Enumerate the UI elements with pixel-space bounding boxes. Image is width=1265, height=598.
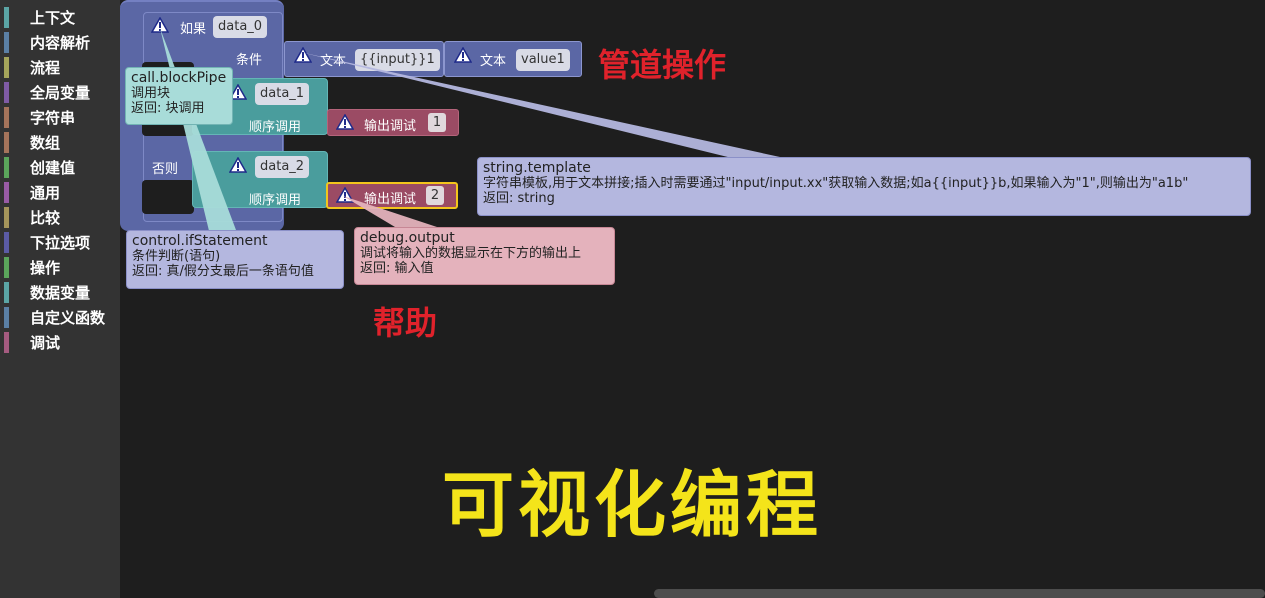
tooltip-title: control.ifStatement: [132, 233, 268, 249]
warning-icon[interactable]: [336, 187, 354, 203]
category-label: 比较: [30, 208, 61, 227]
category-operations[interactable]: 操作: [4, 256, 116, 278]
tooltip-returns: 返回: string: [483, 191, 555, 206]
tooltip-title: call.blockPipe: [131, 70, 227, 86]
pipe-help-tooltip: call.blockPipe 调用块 返回: 块调用: [125, 67, 233, 125]
horizontal-scrollbar[interactable]: [654, 589, 1265, 598]
else-label: 否则: [152, 162, 179, 177]
warning-icon[interactable]: [294, 47, 312, 63]
tooltip-title: debug.output: [360, 230, 455, 246]
string-template-block[interactable]: 文本 value1: [444, 41, 582, 77]
category-swatch: [4, 256, 9, 278]
category-swatch: [4, 181, 9, 203]
warning-icon[interactable]: [454, 47, 472, 63]
tooltip-returns: 返回: 真/假分支最后一条语句值: [132, 264, 314, 279]
category-label: 字符串: [30, 108, 76, 127]
category-swatch: [4, 331, 9, 353]
category-label: 下拉选项: [30, 233, 91, 252]
if-var-field[interactable]: data_0: [213, 16, 268, 38]
warning-icon[interactable]: [229, 157, 247, 173]
string-template-block[interactable]: 文本 {{input}}1: [284, 41, 444, 77]
category-array[interactable]: 数组: [4, 131, 116, 153]
tooltip-title: string.template: [483, 160, 591, 176]
string-template-field[interactable]: {{input}}1: [355, 49, 440, 71]
category-label: 上下文: [30, 8, 76, 27]
pipe-var-field[interactable]: data_2: [255, 156, 310, 178]
category-swatch: [4, 56, 9, 78]
warning-icon[interactable]: [336, 114, 354, 130]
string-template-field[interactable]: value1: [516, 49, 570, 71]
category-label: 流程: [30, 58, 61, 77]
if-condition-label: 条件: [236, 53, 263, 68]
seq-call-label: 顺序调用: [249, 193, 302, 208]
category-swatch: [4, 306, 9, 328]
block-pipe[interactable]: data_2 顺序调用: [192, 151, 328, 208]
if-help-tooltip: control.ifStatement 条件判断(语句) 返回: 真/假分支最后…: [126, 230, 344, 289]
category-label: 自定义函数: [30, 308, 106, 327]
category-label: 数组: [30, 133, 61, 152]
category-debug[interactable]: 调试: [4, 331, 116, 353]
toolbox-sidebar: 上下文 内容解析 流程 全局变量 字符串 数组 创建值 通用 比较 下拉选项 操…: [0, 0, 120, 598]
category-swatch: [4, 106, 9, 128]
tooltip-description: 条件判断(语句): [132, 249, 221, 264]
if-title: 如果: [180, 22, 207, 37]
category-label: 通用: [30, 183, 61, 202]
debug-value-field[interactable]: 1: [428, 113, 446, 132]
debug-value-field[interactable]: 2: [426, 186, 444, 205]
help-annotation: 帮助: [373, 304, 438, 342]
string-block-label: 文本: [320, 54, 347, 69]
category-swatch: [4, 131, 9, 153]
category-common[interactable]: 通用: [4, 181, 116, 203]
category-swatch: [4, 81, 9, 103]
if-else-slot: [142, 180, 194, 214]
debug-label: 输出调试: [364, 119, 417, 134]
category-label: 操作: [30, 258, 61, 277]
category-global-vars[interactable]: 全局变量: [4, 81, 116, 103]
pipe-var-field[interactable]: data_1: [255, 83, 310, 105]
debug-output-block-selected[interactable]: 输出调试 2: [326, 182, 458, 209]
category-compare[interactable]: 比较: [4, 206, 116, 228]
debug-output-block[interactable]: 输出调试 1: [327, 109, 459, 136]
category-label: 内容解析: [30, 33, 91, 52]
category-context[interactable]: 上下文: [4, 6, 116, 28]
category-dropdown[interactable]: 下拉选项: [4, 231, 116, 253]
category-label: 创建值: [30, 158, 76, 177]
category-string[interactable]: 字符串: [4, 106, 116, 128]
category-label: 调试: [30, 333, 61, 352]
debug-label: 输出调试: [364, 192, 417, 207]
tooltip-returns: 返回: 块调用: [131, 101, 205, 116]
category-data-vars[interactable]: 数据变量: [4, 281, 116, 303]
visual-programming-title: 可视化编程: [442, 463, 823, 547]
pipe-ops-annotation: 管道操作: [598, 46, 727, 84]
tooltip-description: 调试将输入的数据显示在下方的输出上: [360, 246, 582, 261]
category-flow[interactable]: 流程: [4, 56, 116, 78]
warning-icon[interactable]: [151, 17, 169, 33]
tooltip-description: 调用块: [131, 86, 171, 101]
category-label: 数据变量: [30, 283, 91, 302]
category-swatch: [4, 6, 9, 28]
category-swatch: [4, 156, 9, 178]
workspace-canvas: 如果 data_0 条件 文本 {{input}}1 文本 value1 dat…: [120, 0, 1265, 598]
seq-call-label: 顺序调用: [249, 120, 302, 135]
category-swatch: [4, 31, 9, 53]
category-swatch: [4, 206, 9, 228]
string-block-label: 文本: [480, 54, 507, 69]
category-swatch: [4, 231, 9, 253]
category-swatch: [4, 281, 9, 303]
category-create-value[interactable]: 创建值: [4, 156, 116, 178]
string-help-tooltip: string.template 字符串模板,用于文本拼接;插入时需要通过"inp…: [477, 157, 1251, 216]
tooltip-description: 字符串模板,用于文本拼接;插入时需要通过"input/input.xx"获取输入…: [483, 176, 1189, 191]
category-content-parse[interactable]: 内容解析: [4, 31, 116, 53]
category-custom-functions[interactable]: 自定义函数: [4, 306, 116, 328]
category-label: 全局变量: [30, 83, 91, 102]
block-workspace[interactable]: 如果 data_0 条件 文本 {{input}}1 文本 value1 dat…: [120, 0, 1265, 598]
tooltip-returns: 返回: 输入值: [360, 261, 434, 276]
debug-help-tooltip: debug.output 调试将输入的数据显示在下方的输出上 返回: 输入值: [354, 227, 615, 285]
